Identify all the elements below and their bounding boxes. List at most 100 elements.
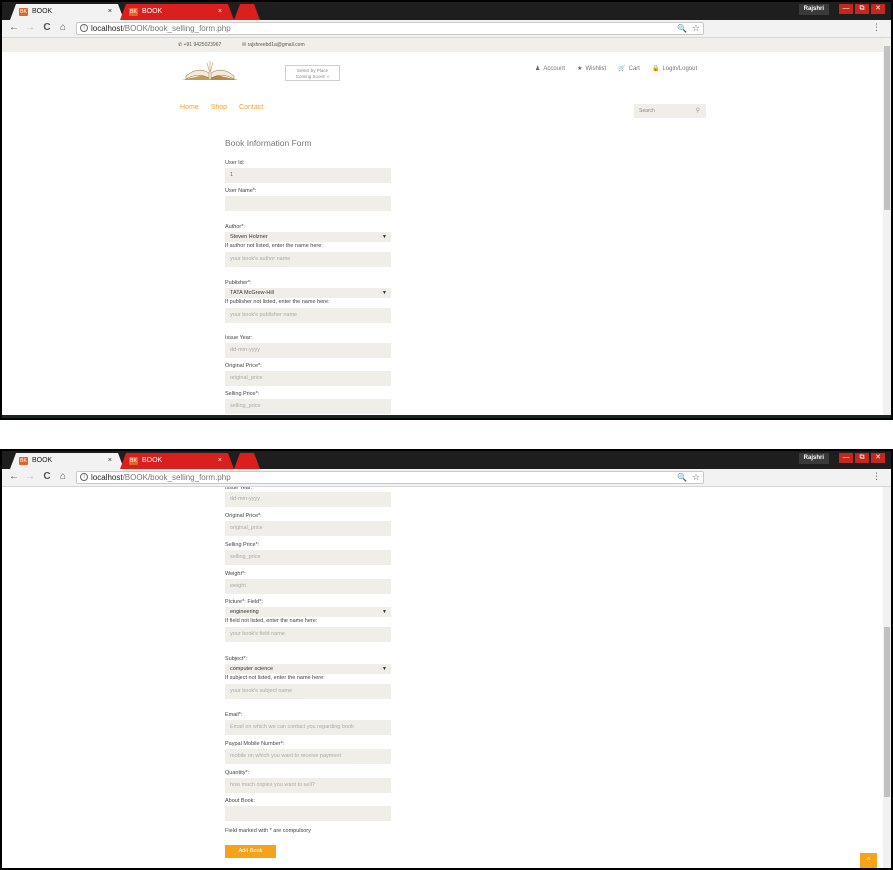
new-tab-button[interactable] bbox=[234, 453, 260, 469]
paypal-label: Paypal Mobile Number*: bbox=[225, 741, 285, 747]
browser-toolbar: ← → C ⌂ i localhost/BOOK/book_selling_fo… bbox=[2, 469, 891, 487]
restore-icon[interactable]: ⧉ bbox=[855, 4, 869, 14]
tab-label: BOOK bbox=[142, 457, 163, 464]
new-tab-button[interactable] bbox=[234, 4, 260, 20]
reload-icon[interactable]: C bbox=[41, 470, 53, 484]
address-bar[interactable]: i localhost/BOOK/book_selling_form.php 🔍… bbox=[76, 22, 704, 35]
book-favicon-icon: BK bbox=[129, 8, 138, 16]
forward-arrow-icon[interactable]: → bbox=[24, 470, 36, 484]
publisher-name-field[interactable]: your book's publisher name bbox=[225, 308, 391, 323]
issue-year-label: Issue Year: bbox=[225, 335, 253, 341]
scrollbar-thumb[interactable] bbox=[884, 627, 890, 797]
main-nav: Home Shop Contact bbox=[180, 104, 263, 111]
browser-menu-icon[interactable]: ⋮ bbox=[872, 471, 881, 482]
issue-year-field[interactable]: dd-mm-yyyy bbox=[225, 492, 391, 507]
profile-user-chip[interactable]: Rajshri bbox=[798, 453, 829, 464]
subject-name-input[interactable]: your book's subject name bbox=[225, 684, 391, 699]
dropdown-arrow-icon: ▼ bbox=[382, 666, 387, 672]
tab-close-icon[interactable]: × bbox=[218, 4, 222, 20]
back-arrow-icon[interactable]: ← bbox=[8, 21, 20, 35]
issue-year-label: Issue Year: bbox=[225, 487, 253, 491]
weight-field[interactable]: weight bbox=[225, 579, 391, 594]
back-to-top-icon[interactable]: ^ bbox=[860, 853, 877, 868]
tab-book-2[interactable]: BK BOOK × bbox=[120, 453, 234, 469]
browser-menu-icon[interactable]: ⋮ bbox=[872, 22, 881, 33]
url-path: /BOOK/book_selling_form.php bbox=[122, 473, 231, 482]
lock-icon: 🔒 bbox=[651, 66, 660, 72]
issue-year-field[interactable]: dd-mm-yyyy bbox=[225, 343, 391, 358]
address-bar[interactable]: i localhost/BOOK/book_selling_form.php 🔍… bbox=[76, 471, 704, 484]
tab-book-1[interactable]: BK BOOK × bbox=[10, 453, 124, 469]
paypal-field[interactable]: mobile on which you want to receive paym… bbox=[225, 749, 391, 764]
select-by-place-button[interactable]: Select by Place Coming Soon!! » bbox=[285, 65, 340, 81]
user-id-field[interactable]: 1 bbox=[225, 168, 391, 183]
restore-icon[interactable]: ⧉ bbox=[855, 453, 869, 463]
browser-window-top: BK BOOK × BK BOOK × Rajshri — ⧉ ✕ ← → C … bbox=[0, 0, 893, 420]
login-logout-link[interactable]: 🔒 Login/Logout bbox=[651, 65, 697, 73]
subject-select[interactable]: computer science ▼ bbox=[225, 664, 391, 674]
tab-book-1[interactable]: BK BOOK × bbox=[10, 4, 124, 20]
site-info-icon[interactable]: i bbox=[80, 24, 88, 32]
minimize-icon[interactable]: — bbox=[839, 453, 853, 463]
dropdown-arrow-icon: ▼ bbox=[382, 290, 387, 296]
publisher-hint: If publisher not listed, enter the name … bbox=[225, 299, 330, 305]
back-arrow-icon[interactable]: ← bbox=[8, 470, 20, 484]
email-field[interactable]: Email on which we can contact you regard… bbox=[225, 720, 391, 735]
about-book-field[interactable] bbox=[225, 806, 391, 821]
publisher-select[interactable]: TATA McGrew-Hill ▼ bbox=[225, 288, 391, 298]
profile-user-chip[interactable]: Rajshri bbox=[798, 4, 829, 15]
search-input[interactable]: Search ⚲ bbox=[634, 104, 706, 118]
home-icon[interactable]: ⌂ bbox=[57, 470, 69, 484]
home-icon[interactable]: ⌂ bbox=[57, 21, 69, 35]
page-scrollbar[interactable] bbox=[883, 38, 891, 418]
picture-field-label: Picture*: Field*: bbox=[225, 599, 263, 605]
author-selected: Steven Holzner bbox=[230, 234, 268, 240]
selling-price-label: Selling Price*: bbox=[225, 391, 260, 397]
original-price-field[interactable]: original_price bbox=[225, 521, 391, 536]
phone-number: ✆ +91 9425023967 bbox=[178, 42, 222, 48]
tab-close-icon[interactable]: × bbox=[108, 4, 112, 20]
tab-close-icon[interactable]: × bbox=[218, 453, 222, 469]
author-name-field[interactable]: your book's author name bbox=[225, 252, 391, 267]
close-window-icon[interactable]: ✕ bbox=[871, 4, 885, 14]
reload-icon[interactable]: C bbox=[41, 21, 53, 35]
tab-close-icon[interactable]: × bbox=[108, 453, 112, 469]
subject-hint: If subject not listed, enter the name he… bbox=[225, 675, 325, 681]
search-icon[interactable]: ⚲ bbox=[696, 104, 700, 118]
original-price-field[interactable]: original_price bbox=[225, 371, 391, 386]
zoom-icon[interactable]: 🔍 bbox=[677, 23, 687, 34]
nav-home[interactable]: Home bbox=[180, 104, 199, 111]
book-logo[interactable] bbox=[180, 60, 240, 84]
bookmark-star-icon[interactable]: ☆ bbox=[692, 472, 700, 483]
tab-label: BOOK bbox=[142, 8, 163, 15]
search-placeholder: Search bbox=[639, 108, 655, 114]
zoom-icon[interactable]: 🔍 bbox=[677, 472, 687, 483]
wishlist-label: Wishlist bbox=[585, 65, 607, 72]
nav-shop[interactable]: Shop bbox=[211, 104, 227, 111]
user-name-field[interactable] bbox=[225, 196, 391, 211]
quantity-field[interactable]: how much copies you want to sell? bbox=[225, 778, 391, 793]
field-select[interactable]: engineering ▼ bbox=[225, 607, 391, 617]
add-book-button[interactable]: Add Book bbox=[225, 845, 276, 858]
selling-price-field[interactable]: selling_price bbox=[225, 550, 391, 565]
tab-book-2[interactable]: BK BOOK × bbox=[120, 4, 234, 20]
site-info-icon[interactable]: i bbox=[80, 473, 88, 481]
page-scrollbar[interactable] bbox=[883, 487, 891, 868]
dropdown-arrow-icon: ▼ bbox=[382, 609, 387, 615]
field-name-input[interactable]: your book's field name bbox=[225, 627, 391, 642]
scrollbar-thumb[interactable] bbox=[884, 46, 890, 210]
book-favicon-icon: BK bbox=[19, 8, 28, 16]
selling-price-field[interactable]: selling_price bbox=[225, 399, 391, 414]
forward-arrow-icon[interactable]: → bbox=[24, 21, 36, 35]
close-window-icon[interactable]: ✕ bbox=[871, 453, 885, 463]
weight-label: Weight*: bbox=[225, 571, 246, 577]
browser-window-bottom: BK BOOK × BK BOOK × Rajshri — ⧉ ✕ ← → C … bbox=[0, 449, 893, 870]
minimize-icon[interactable]: — bbox=[839, 4, 853, 14]
cart-link[interactable]: 🛒 Cart bbox=[618, 65, 640, 73]
tab-label: BOOK bbox=[32, 8, 53, 15]
bookmark-star-icon[interactable]: ☆ bbox=[692, 23, 700, 34]
nav-contact[interactable]: Contact bbox=[239, 104, 263, 111]
wishlist-link[interactable]: ★ Wishlist bbox=[577, 65, 607, 73]
account-link[interactable]: ♟ Account bbox=[535, 65, 565, 73]
author-select[interactable]: Steven Holzner ▼ bbox=[225, 232, 391, 242]
